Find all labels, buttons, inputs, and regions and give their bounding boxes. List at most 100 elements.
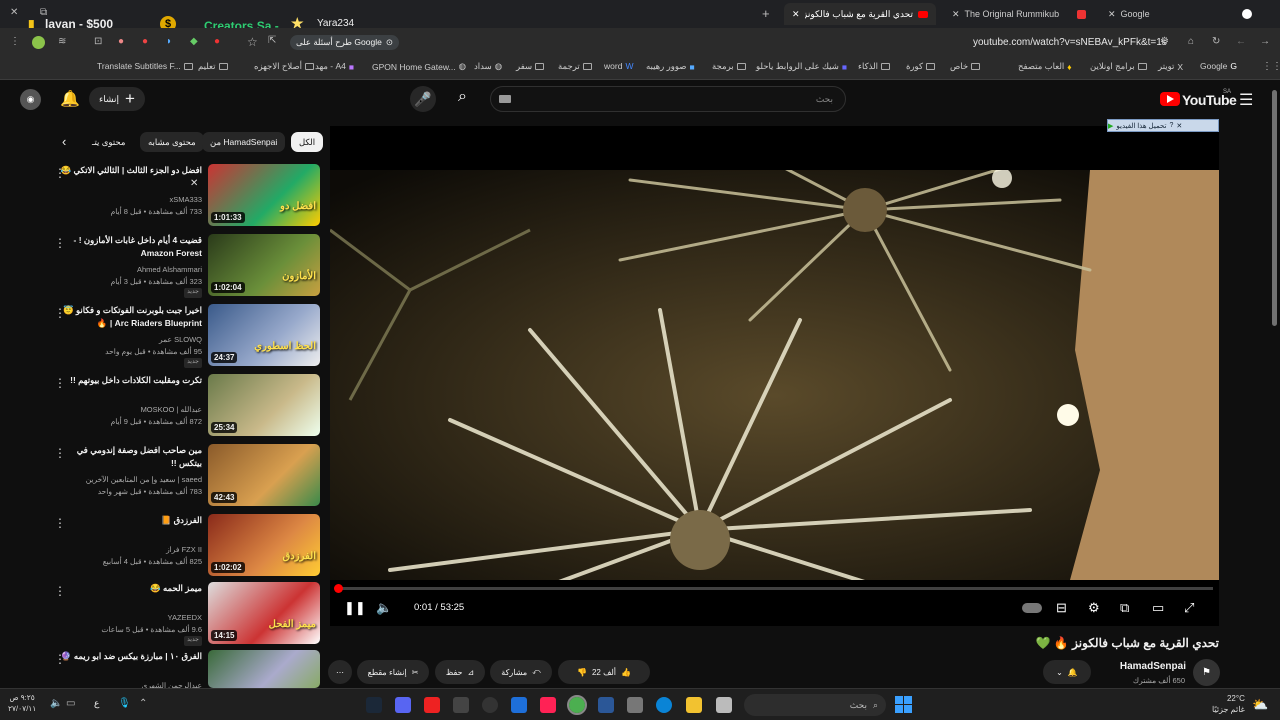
clock[interactable]: ٩:٢٥ ص ٢٧/٠٧/١١: [8, 692, 36, 714]
subscribe-bell-button[interactable]: ⌄ 🔔: [1043, 660, 1091, 684]
dismiss-icon[interactable]: ✕: [190, 178, 198, 189]
video-thumbnail[interactable]: 25:34: [208, 374, 320, 436]
forward-icon[interactable]: ←: [1236, 36, 1246, 47]
bookmark-item[interactable]: word W: [604, 61, 633, 71]
bookmark-item[interactable]: أصلاح الاجهزه: [254, 61, 315, 72]
tab-rummikub[interactable]: ✕ The Original Rummikub: [944, 3, 1094, 25]
extension-icon[interactable]: ⊡: [94, 36, 102, 47]
extension-icon[interactable]: ◆: [190, 36, 198, 47]
recommendation-title[interactable]: قضيت 4 أيام داخل غابات الأمازون ! - Amaz…: [52, 234, 203, 260]
bookmark-star-icon[interactable]: ☆: [247, 35, 258, 49]
settings-gear-icon[interactable]: ⚙: [1088, 600, 1100, 616]
video-thumbnail[interactable]: افضل دو 1:01:33: [208, 164, 320, 226]
dislike-icon[interactable]: 👎: [577, 668, 587, 677]
apps-grid-icon[interactable]: ⋮⋮: [1262, 61, 1280, 72]
reload-icon[interactable]: ↻: [1212, 36, 1220, 47]
like-dislike-button[interactable]: 👎 22 ألف 👍: [558, 660, 650, 684]
bookmark-item[interactable]: خاص: [950, 61, 981, 72]
search-button-icon[interactable]: ⌕: [458, 88, 467, 106]
menu-dots-icon[interactable]: ⋮: [10, 36, 20, 47]
google-ask-chip[interactable]: طرح أسئلة على Google ⊙: [290, 35, 399, 50]
discord-icon[interactable]: [395, 697, 411, 713]
bookmark-item[interactable]: شيك على الروابط ياحلو ■: [756, 61, 847, 72]
word-icon[interactable]: [598, 697, 614, 713]
close-window-icon[interactable]: ✕: [10, 7, 18, 18]
recommendation-channel[interactable]: عبدالله | MOSKOO: [52, 404, 202, 415]
new-tab-icon[interactable]: +: [762, 6, 770, 21]
bookmark-item[interactable]: العاب متصفح ♦: [1018, 61, 1072, 72]
like-icon[interactable]: 👍: [621, 668, 631, 677]
bookmark-item[interactable]: برامج اونلاين: [1090, 61, 1147, 72]
video-thumbnail[interactable]: الأمازون 1:02:04: [208, 234, 320, 296]
notifications-bell-icon[interactable]: 🔔: [60, 89, 80, 109]
video-thumbnail[interactable]: الحظ اسطوري 24:37: [208, 304, 320, 366]
windows-start-icon[interactable]: [895, 696, 912, 713]
extension-icon[interactable]: ●: [118, 36, 124, 47]
tray-chevron-icon[interactable]: ⌃: [139, 698, 147, 709]
brave-icon[interactable]: [540, 697, 556, 713]
subtitles-icon[interactable]: ⊟: [1056, 600, 1067, 616]
bookmark-item[interactable]: سفر: [516, 61, 545, 72]
help-icon[interactable]: ?: [1170, 122, 1174, 129]
app-icon[interactable]: [453, 697, 469, 713]
recommendation-title[interactable]: اخيرا جبت بلوبرنت الفوتكات و فكانو 😇 Arc…: [52, 304, 202, 330]
app-icon[interactable]: [424, 697, 440, 713]
more-actions-icon[interactable]: ⋯: [328, 660, 352, 684]
recommendation-channel[interactable]: YAZEEDX: [52, 612, 202, 623]
save-button[interactable]: حفظ ⊿: [435, 660, 485, 684]
recommendation-channel[interactable]: xSMA333: [52, 194, 202, 205]
taskbar-search-input[interactable]: بحث ⌕: [744, 694, 886, 716]
recommendation-item[interactable]: 42:43 ⋮ مين صاحب افضل وصفة إندومي في بيتكس…: [40, 444, 320, 508]
bookmark-item[interactable]: Translate Subtitles F...: [97, 61, 193, 71]
video-thumbnail[interactable]: الفرزدق 1:02:02: [208, 514, 320, 576]
extension-icon[interactable]: ●: [214, 36, 220, 47]
tab-google[interactable]: ✕ Google: [1100, 3, 1260, 25]
bookmark-item[interactable]: ترجمة: [558, 61, 592, 72]
progress-bar[interactable]: [336, 587, 1213, 590]
video-thumbnail[interactable]: ميمز الفحل 14:15: [208, 582, 320, 644]
bookmark-item[interactable]: تعليم: [198, 61, 228, 72]
bookmark-item[interactable]: تويتر X: [1158, 61, 1183, 72]
autoplay-toggle[interactable]: [1022, 603, 1042, 613]
chip-similar[interactable]: محتوى مشابه: [140, 132, 204, 152]
recommendation-title[interactable]: تكرت ومقلبت الكلادات داخل بيوتهم !!: [52, 374, 202, 387]
recommendation-title[interactable]: افضل دو الجزء الثالث | الثالثي الاتكي 😂: [52, 164, 202, 177]
bookmark-item[interactable]: مهد - A4 ■: [315, 61, 354, 72]
hamburger-menu-icon[interactable]: ☰: [1239, 90, 1253, 110]
back-icon[interactable]: →: [1260, 36, 1270, 47]
bookmark-item[interactable]: Google G: [1200, 61, 1237, 71]
video-thumbnail[interactable]: 42:43: [208, 444, 320, 506]
recommendation-title[interactable]: مين صاحب افضل وصفة إندومي في بيتكس !!: [52, 444, 202, 470]
recommendation-item[interactable]: افضل دو 1:01:33 ⋮ افضل دو الجزء الثالث | ال…: [40, 164, 320, 228]
channel-name[interactable]: HamadSenpai: [1120, 661, 1186, 672]
close-tab-icon[interactable]: ✕: [1108, 9, 1116, 20]
create-button[interactable]: إنشاء +: [89, 87, 145, 111]
tab-youtube[interactable]: تحدي القرية مع شباب فالكونز ✕: [784, 3, 936, 25]
account-avatar[interactable]: ◉: [20, 89, 41, 110]
recommendation-title[interactable]: ميمز الحمه 😂: [52, 582, 202, 595]
share-icon[interactable]: ⇱: [268, 35, 276, 46]
fullscreen-icon[interactable]: ⤢: [1184, 600, 1194, 616]
bookmark-item[interactable]: GPON Home Gatew... ◍: [372, 61, 466, 72]
network-icon[interactable]: ▭: [66, 698, 75, 709]
edge-icon[interactable]: [656, 697, 672, 713]
app-icon[interactable]: [482, 697, 498, 713]
bookmark-item[interactable]: سداد ◍: [474, 61, 502, 72]
close-tab-icon[interactable]: ✕: [792, 9, 800, 20]
voice-search-icon[interactable]: 🎤: [410, 86, 436, 112]
bookmark-item[interactable]: كورة: [906, 61, 935, 72]
microphone-icon[interactable]: 🎙: [118, 698, 131, 709]
recommendation-title[interactable]: الفرق ١٠ | مبارزة بيكس ضد ابو ريمه 🔮: [52, 650, 202, 663]
steam-icon[interactable]: [366, 697, 382, 713]
volume-icon[interactable]: 🔈: [376, 600, 392, 616]
chip-more[interactable]: محتوى يتـ: [84, 132, 134, 152]
share-button[interactable]: مشاركة ⤺: [490, 660, 552, 684]
recommendation-item[interactable]: الأمازون 1:02:04 ⋮ قضيت 4 أيام داخل غابات ا…: [40, 234, 320, 298]
weather-widget[interactable]: 22°C غائم جزئيًا: [1212, 693, 1245, 715]
video-player[interactable]: ❚❚ 🔈 0:01 / 53:25 ⊟ ⚙ ⧉ ▭ ⤢: [330, 126, 1219, 626]
close-tab-icon[interactable]: ✕: [952, 9, 960, 20]
speaker-icon[interactable]: 🔈: [50, 698, 62, 709]
language-indicator[interactable]: ع: [94, 698, 99, 709]
recommendation-channel[interactable]: SLOWQ عمر: [52, 334, 202, 345]
recommendation-item[interactable]: الفرزدق 1:02:02 ⋮ الفرزدق 📙 FZX II فراز 825 أ…: [40, 514, 320, 578]
